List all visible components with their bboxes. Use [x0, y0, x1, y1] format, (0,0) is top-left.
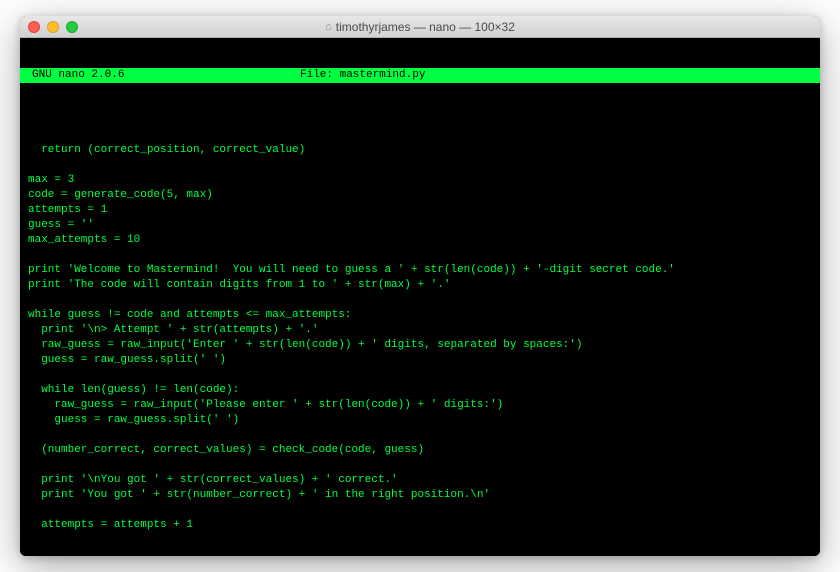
- code-line: [24, 128, 816, 143]
- code-line: print 'You got ' + str(number_correct) +…: [24, 488, 816, 503]
- code-line: while len(guess) != len(code):: [24, 383, 816, 398]
- code-line: guess = raw_guess.split(' '): [24, 353, 816, 368]
- terminal-body[interactable]: GNU nano 2.0.6 File: mastermind.py retur…: [20, 38, 820, 556]
- code-line: max_attempts = 10: [24, 233, 816, 248]
- code-line: [24, 248, 816, 263]
- code-line: while guess != code and attempts <= max_…: [24, 308, 816, 323]
- code-line: guess = '': [24, 218, 816, 233]
- code-line: [24, 503, 816, 518]
- code-line: print 'Welcome to Mastermind! You will n…: [24, 263, 816, 278]
- code-line: [24, 368, 816, 383]
- code-line: [24, 428, 816, 443]
- code-line: [24, 293, 816, 308]
- code-line: [24, 158, 816, 173]
- editor-content[interactable]: return (correct_position, correct_value)…: [20, 128, 820, 533]
- code-line: attempts = attempts + 1: [24, 518, 816, 533]
- code-line: [24, 458, 816, 473]
- nano-file: File: mastermind.py: [300, 68, 820, 83]
- nano-header: GNU nano 2.0.6 File: mastermind.py: [20, 68, 820, 83]
- code-line: return (correct_position, correct_value): [24, 143, 816, 158]
- titlebar: ⌂ timothyrjames — nano — 100×32: [20, 16, 820, 38]
- code-line: code = generate_code(5, max): [24, 188, 816, 203]
- code-line: print '\nYou got ' + str(correct_values)…: [24, 473, 816, 488]
- code-line: attempts = 1: [24, 203, 816, 218]
- code-line: (number_correct, correct_values) = check…: [24, 443, 816, 458]
- code-line: max = 3: [24, 173, 816, 188]
- home-icon: ⌂: [325, 21, 332, 33]
- code-line: raw_guess = raw_input('Please enter ' + …: [24, 398, 816, 413]
- window-title: ⌂ timothyrjames — nano — 100×32: [20, 20, 820, 34]
- code-line: print 'The code will contain digits from…: [24, 278, 816, 293]
- terminal-window: ⌂ timothyrjames — nano — 100×32 GNU nano…: [20, 16, 820, 556]
- code-line: raw_guess = raw_input('Enter ' + str(len…: [24, 338, 816, 353]
- window-title-text: timothyrjames — nano — 100×32: [336, 20, 515, 34]
- code-line: guess = raw_guess.split(' '): [24, 413, 816, 428]
- code-line: print '\n> Attempt ' + str(attempts) + '…: [24, 323, 816, 338]
- nano-version: GNU nano 2.0.6: [20, 68, 300, 83]
